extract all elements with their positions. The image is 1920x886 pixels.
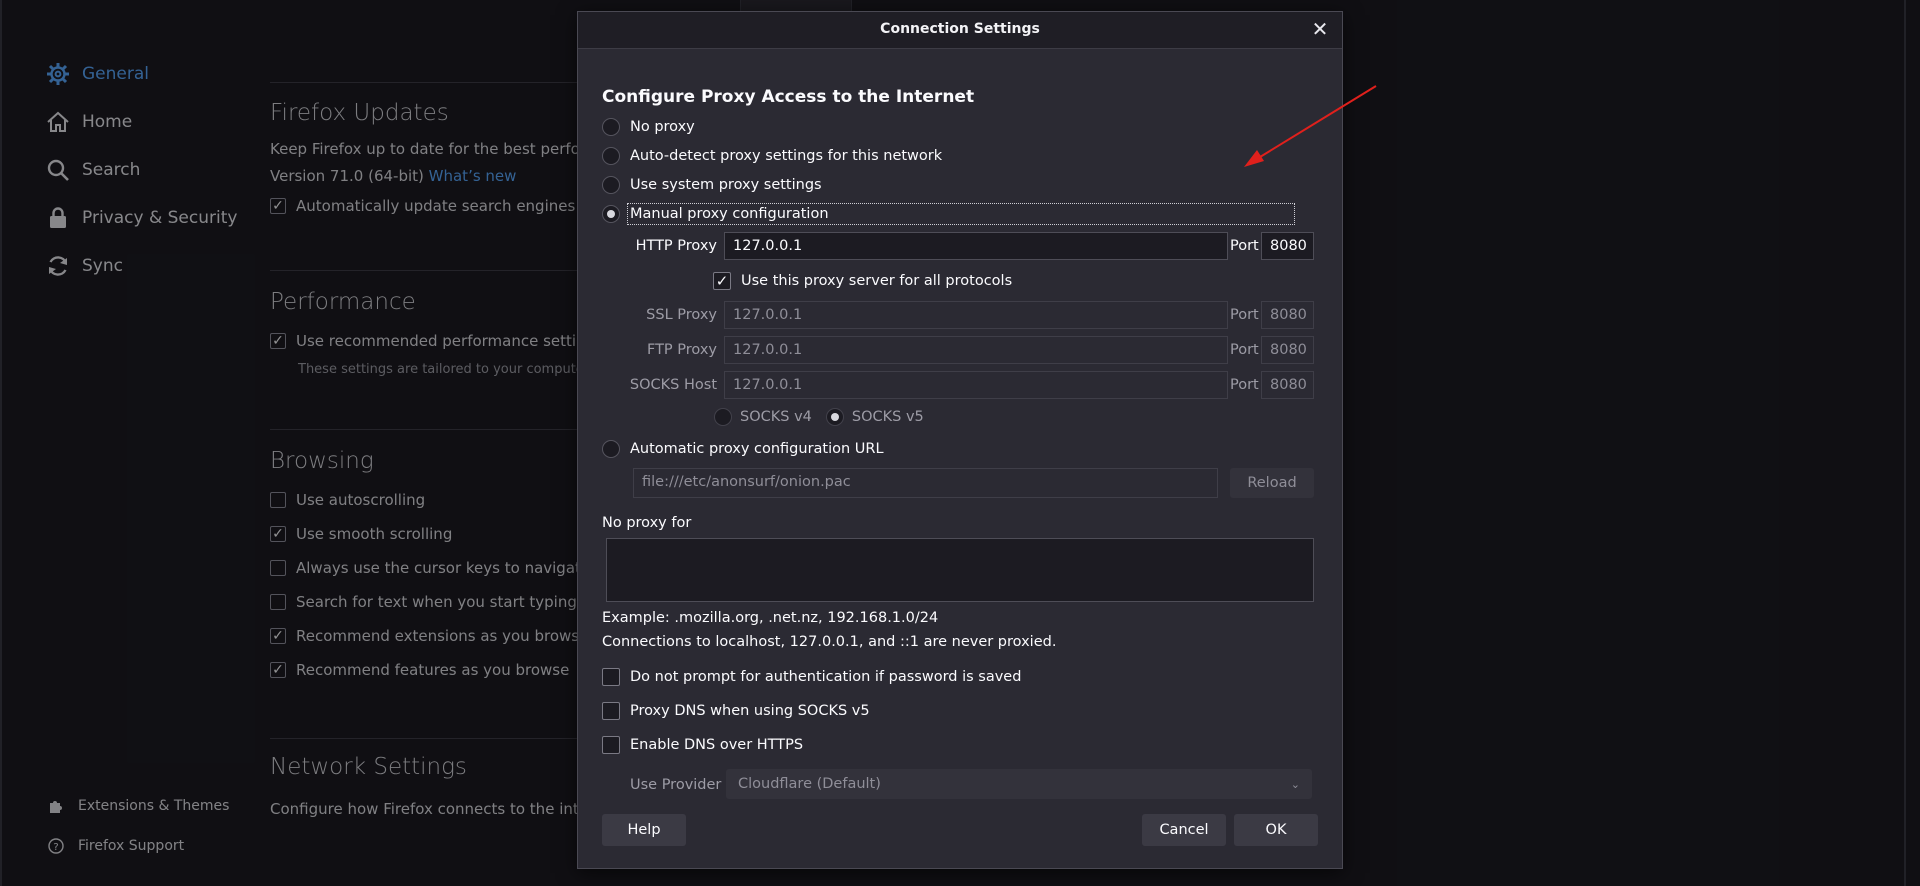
- socks-host-label: SOCKS Host: [629, 377, 717, 393]
- checkbox[interactable]: [602, 736, 620, 754]
- ssl-port-label: Port: [1230, 307, 1259, 323]
- dialog-titlebar: Connection Settings ✕: [578, 12, 1342, 49]
- checkbox[interactable]: ✓: [713, 272, 731, 290]
- provider-select[interactable]: Cloudflare (Default) ⌄: [726, 769, 1312, 799]
- reload-button[interactable]: Reload: [1230, 468, 1314, 498]
- radio-button[interactable]: [602, 176, 620, 194]
- socks-version-group: SOCKS v4 SOCKS v5: [714, 408, 924, 426]
- dns-over-https-checkbox[interactable]: Enable DNS over HTTPS: [602, 736, 803, 754]
- example-text: Example: .mozilla.org, .net.nz, 192.168.…: [602, 610, 939, 626]
- ftp-port-input[interactable]: 8080: [1261, 336, 1314, 364]
- ok-button[interactable]: OK: [1234, 814, 1318, 846]
- cancel-button[interactable]: Cancel: [1142, 814, 1226, 846]
- radio-label: Automatic proxy configuration URL: [630, 441, 884, 457]
- connection-settings-dialog: Connection Settings ✕ Configure Proxy Ac…: [577, 11, 1343, 869]
- radio-socks-v4[interactable]: SOCKS v4: [714, 408, 812, 426]
- proxy-heading: Configure Proxy Access to the Internet: [602, 87, 975, 107]
- radio-label: Use system proxy settings: [630, 177, 822, 193]
- radio-manual-proxy[interactable]: Manual proxy configuration: [602, 203, 1295, 225]
- checkbox-label: Do not prompt for authentication if pass…: [630, 669, 1022, 685]
- ftp-proxy-input[interactable]: 127.0.0.1: [724, 336, 1228, 364]
- radio-system-proxy[interactable]: Use system proxy settings: [602, 176, 822, 194]
- radio-button[interactable]: [602, 147, 620, 165]
- radio-button[interactable]: [825, 408, 844, 426]
- use-provider-label: Use Provider: [630, 777, 722, 793]
- socks-port-input[interactable]: 8080: [1261, 371, 1314, 399]
- no-prompt-auth-checkbox[interactable]: Do not prompt for authentication if pass…: [602, 668, 1021, 686]
- radio-label: SOCKS v4: [740, 409, 812, 425]
- radio-button[interactable]: [602, 440, 620, 458]
- dialog-title: Connection Settings: [880, 21, 1040, 37]
- ftp-proxy-label: FTP Proxy: [646, 342, 717, 358]
- ftp-port-label: Port: [1230, 342, 1259, 358]
- radio-label: Auto-detect proxy settings for this netw…: [630, 148, 943, 164]
- help-button[interactable]: Help: [602, 814, 686, 846]
- radio-auto-detect[interactable]: Auto-detect proxy settings for this netw…: [602, 147, 942, 165]
- ssl-port-input[interactable]: 8080: [1261, 301, 1314, 329]
- ssl-proxy-label: SSL Proxy: [646, 307, 717, 323]
- radio-no-proxy[interactable]: No proxy: [602, 118, 695, 136]
- radio-button[interactable]: [602, 205, 620, 223]
- chevron-down-icon: ⌄: [1290, 777, 1300, 791]
- no-proxy-for-label: No proxy for: [602, 515, 692, 531]
- radio-button[interactable]: [602, 118, 620, 136]
- checkbox-label: Proxy DNS when using SOCKS v5: [630, 703, 870, 719]
- ssl-proxy-input[interactable]: 127.0.0.1: [724, 301, 1228, 329]
- radio-label: No proxy: [630, 119, 695, 135]
- socks-port-label: Port: [1230, 377, 1259, 393]
- close-icon[interactable]: ✕: [1308, 17, 1332, 41]
- radio-button[interactable]: [714, 408, 732, 426]
- checkbox[interactable]: [602, 702, 620, 720]
- http-proxy-input[interactable]: 127.0.0.1: [724, 232, 1228, 260]
- radio-auto-config-url[interactable]: Automatic proxy configuration URL: [602, 440, 884, 458]
- use-for-all-checkbox[interactable]: ✓ Use this proxy server for all protocol…: [713, 272, 1012, 290]
- pac-url-input[interactable]: file:///etc/anonsurf/onion.pac: [633, 468, 1218, 498]
- http-proxy-label: HTTP Proxy: [635, 238, 717, 254]
- checkbox[interactable]: [602, 668, 620, 686]
- checkbox-label: Enable DNS over HTTPS: [630, 737, 804, 753]
- radio-label: SOCKS v5: [851, 409, 924, 425]
- no-proxy-textarea[interactable]: [606, 538, 1314, 602]
- proxy-dns-checkbox[interactable]: Proxy DNS when using SOCKS v5: [602, 702, 870, 720]
- http-port-label: Port: [1230, 238, 1259, 254]
- checkbox-label: Use this proxy server for all protocols: [741, 273, 1013, 289]
- radio-socks-v5[interactable]: SOCKS v5: [825, 408, 924, 426]
- annotation-arrow-icon: [1244, 85, 1377, 167]
- socks-host-input[interactable]: 127.0.0.1: [724, 371, 1228, 399]
- http-port-input[interactable]: 8080: [1261, 232, 1314, 260]
- provider-value: Cloudflare (Default): [738, 776, 881, 792]
- localhost-note: Connections to localhost, 127.0.0.1, and…: [602, 634, 1057, 650]
- radio-label: Manual proxy configuration: [627, 203, 1295, 225]
